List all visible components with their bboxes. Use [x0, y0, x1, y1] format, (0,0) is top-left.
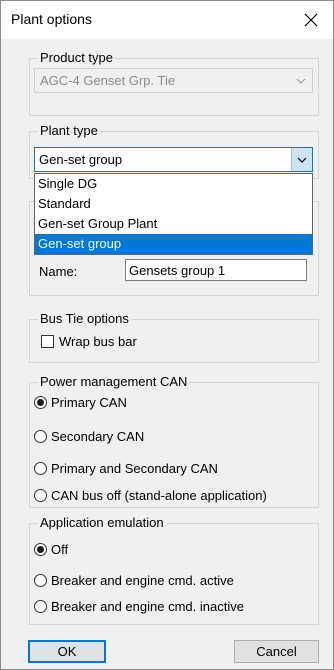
close-icon [304, 13, 318, 27]
close-button[interactable] [289, 1, 333, 39]
radio-label: Breaker and engine cmd. inactive [51, 598, 244, 614]
dropdown-option[interactable]: Gen-set Group Plant [35, 214, 312, 234]
name-input[interactable]: Gensets group 1 [125, 259, 307, 281]
dropdown-option[interactable]: Single DG [35, 174, 312, 194]
radio-dot [34, 573, 47, 587]
radio-secondary-can[interactable]: Secondary CAN [34, 427, 144, 445]
radio-primary-and-secondary-can[interactable]: Primary and Secondary CAN [34, 459, 218, 477]
wrap-bus-bar-label: Wrap bus bar [59, 334, 137, 349]
radio-dot [34, 395, 47, 409]
radio-dot [34, 488, 47, 502]
radio-breaker-engine-inactive[interactable]: Breaker and engine cmd. inactive [34, 597, 244, 615]
chevron-down-icon [291, 148, 312, 171]
radio-can-bus-off[interactable]: CAN bus off (stand-alone application) [34, 486, 267, 504]
radio-label: Secondary CAN [51, 428, 145, 444]
name-input-value: Gensets group 1 [129, 263, 226, 278]
dropdown-option-selected[interactable]: Gen-set group [35, 234, 312, 254]
radio-label: Breaker and engine cmd. active [51, 572, 234, 588]
cancel-button[interactable]: Cancel [234, 640, 319, 663]
radio-selected-indicator [37, 545, 44, 553]
radio-dot [34, 461, 47, 475]
wrap-bus-bar-checkbox[interactable]: Wrap bus bar [41, 334, 137, 349]
plant-type-label: Plant type [38, 123, 100, 139]
radio-dot [34, 599, 47, 613]
product-type-label: Product type [38, 50, 115, 66]
radio-label: Off [51, 541, 69, 557]
plant-type-dropdown-list: Single DG Standard Gen-set Group Plant G… [34, 173, 313, 255]
chevron-down-icon [290, 69, 312, 92]
radio-label: Primary CAN [51, 394, 127, 410]
plant-type-combo[interactable]: Gen-set group [34, 147, 313, 172]
radio-primary-can[interactable]: Primary CAN [34, 393, 127, 411]
plant-type-value: Gen-set group [39, 152, 123, 167]
radio-dot [34, 542, 47, 556]
dropdown-option[interactable]: Standard [35, 194, 312, 214]
window-title: Plant options [11, 11, 92, 27]
product-type-combo[interactable]: AGC-4 Genset Grp. Tie [34, 68, 313, 93]
radio-selected-indicator [37, 398, 44, 406]
radio-label: CAN bus off (stand-alone application) [51, 487, 267, 503]
ok-button[interactable]: OK [28, 640, 106, 663]
radio-dot [34, 429, 47, 443]
radio-label: Primary and Secondary CAN [51, 460, 218, 476]
checkbox-box [41, 335, 54, 348]
bus-tie-label: Bus Tie options [38, 311, 131, 327]
radio-emulation-off[interactable]: Off [34, 540, 68, 558]
radio-breaker-engine-active[interactable]: Breaker and engine cmd. active [34, 571, 234, 589]
title-bar: Plant options [1, 1, 333, 39]
product-type-value: AGC-4 Genset Grp. Tie [40, 73, 176, 88]
name-label: Name: [39, 264, 78, 279]
plant-options-dialog: Plant options Product type AGC-4 Genset … [0, 0, 334, 670]
application-emulation-label: Application emulation [38, 515, 166, 531]
power-management-can-label: Power management CAN [38, 374, 190, 390]
